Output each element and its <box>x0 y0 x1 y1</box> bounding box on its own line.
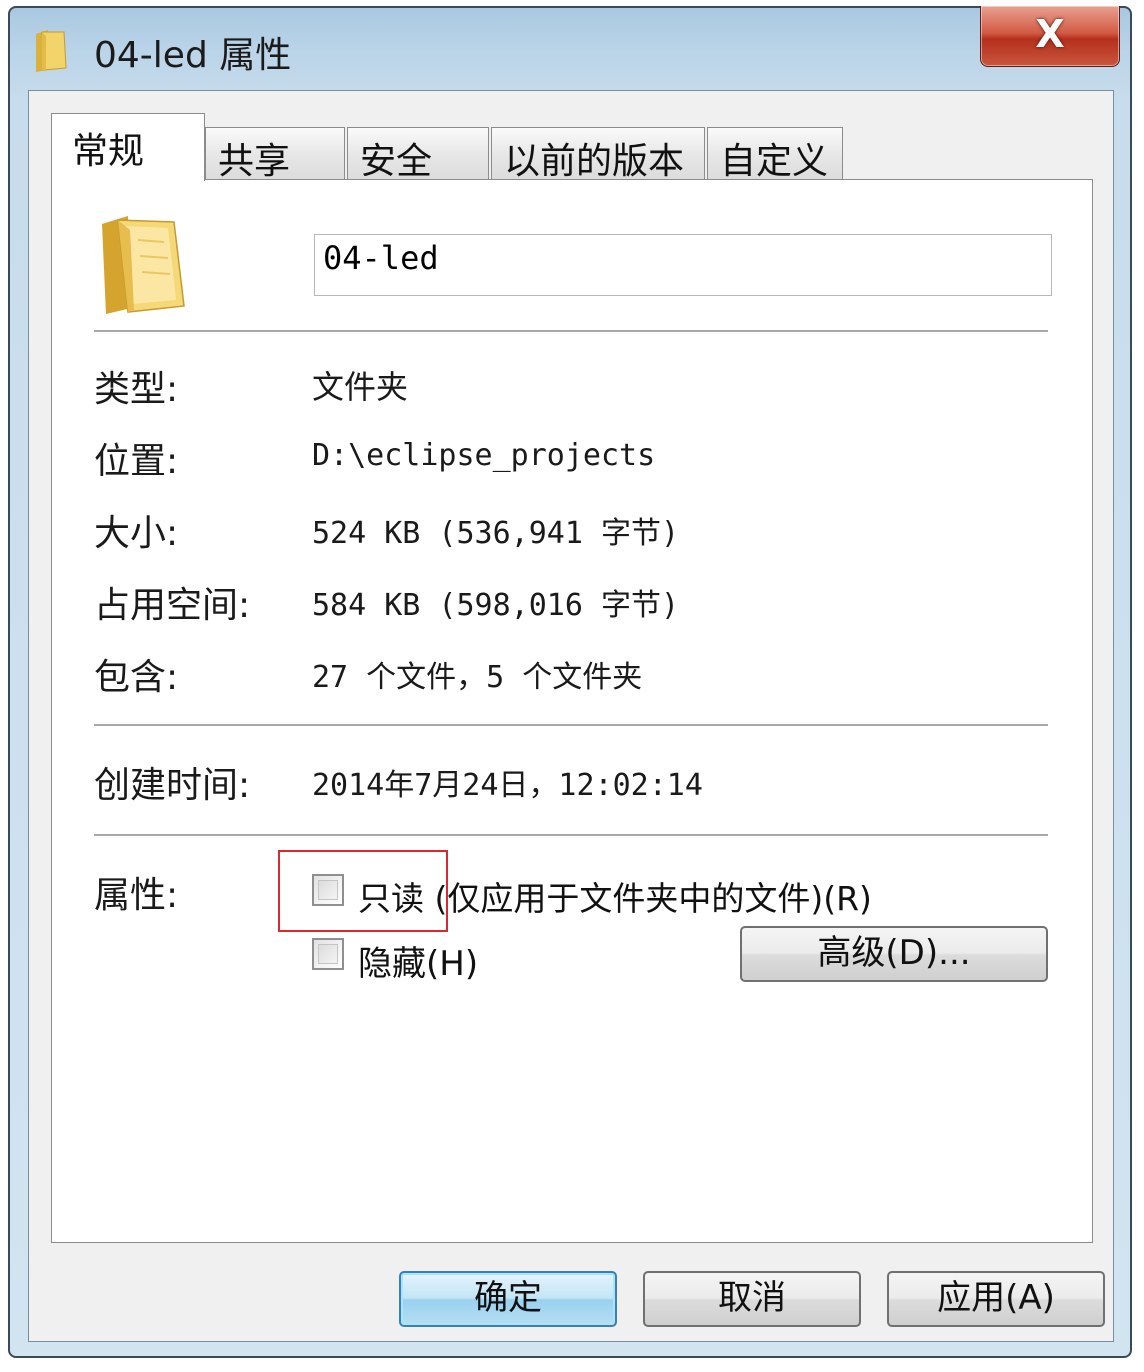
close-icon: X <box>1035 12 1065 56</box>
dialog-body: 常规 共享 安全 以前的版本 自定义 04-led 类型: 文件夹 位置: D:… <box>28 90 1114 1342</box>
disk-size-value: 584 KB (598,016 字节) <box>312 588 680 623</box>
properties-window: 04-led 属性 X 常规 共享 安全 以前的版本 自定义 04-led 类型… <box>8 6 1132 1358</box>
folder-name-input[interactable]: 04-led <box>314 234 1052 296</box>
tab-previous-versions[interactable]: 以前的版本 <box>491 127 705 182</box>
general-panel: 04-led 类型: 文件夹 位置: D:\eclipse_projects 大… <box>51 179 1093 1243</box>
apply-button[interactable]: 应用(A) <box>887 1271 1105 1327</box>
separator <box>94 724 1048 727</box>
advanced-button[interactable]: 高级(D)... <box>740 926 1048 982</box>
attributes-label: 属性: <box>94 875 179 916</box>
type-value: 文件夹 <box>312 368 409 406</box>
cancel-button[interactable]: 取消 <box>643 1271 861 1327</box>
hidden-label[interactable]: 隐藏(H) <box>358 936 478 985</box>
folder-icon <box>36 30 67 72</box>
location-label: 位置: <box>94 441 179 482</box>
location-value: D:\eclipse_projects <box>312 438 656 473</box>
separator <box>94 834 1048 837</box>
size-label: 大小: <box>94 513 179 554</box>
title-bar[interactable]: 04-led 属性 X <box>10 6 1130 92</box>
size-value: 524 KB (536,941 字节) <box>312 516 680 551</box>
tab-security[interactable]: 安全 <box>347 127 489 182</box>
tab-customize[interactable]: 自定义 <box>707 127 843 182</box>
window-title: 04-led 属性 <box>94 35 292 76</box>
type-label: 类型: <box>94 369 179 410</box>
hidden-checkbox[interactable] <box>312 938 344 970</box>
tab-general[interactable]: 常规 <box>51 113 205 181</box>
disk-size-label: 占用空间: <box>94 585 251 626</box>
tab-sharing[interactable]: 共享 <box>205 127 345 182</box>
highlight-box <box>278 850 448 932</box>
close-button[interactable]: X <box>980 6 1120 67</box>
created-value: 2014年7月24日，12:02:14 <box>312 768 703 803</box>
separator <box>94 330 1048 333</box>
contains-value: 27 个文件，5 个文件夹 <box>312 660 643 695</box>
ok-button[interactable]: 确定 <box>399 1271 617 1327</box>
contains-label: 包含: <box>94 657 179 698</box>
created-label: 创建时间: <box>94 765 251 806</box>
folder-icon <box>102 216 185 314</box>
